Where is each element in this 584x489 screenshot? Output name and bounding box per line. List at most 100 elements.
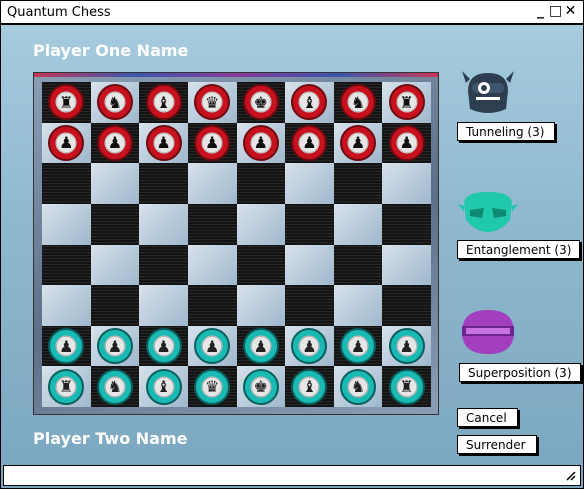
- board-square[interactable]: [236, 285, 286, 326]
- board-square[interactable]: ♟: [333, 325, 383, 367]
- board-square[interactable]: ♟: [382, 325, 431, 367]
- board-square[interactable]: [42, 163, 91, 204]
- board-square[interactable]: ♚: [236, 82, 286, 123]
- board-square[interactable]: ♟: [333, 122, 383, 164]
- cancel-button[interactable]: Cancel: [457, 408, 518, 427]
- board-square[interactable]: [285, 285, 334, 326]
- board-square[interactable]: ♟: [236, 122, 286, 164]
- teal-pawn-piece[interactable]: ♟: [388, 328, 425, 365]
- board-square[interactable]: ♟: [42, 325, 91, 367]
- teal-bishop-piece[interactable]: ♝: [145, 368, 182, 405]
- red-pawn-piece[interactable]: ♟: [291, 124, 328, 161]
- red-pawn-piece[interactable]: ♟: [48, 124, 85, 161]
- board-square[interactable]: ♚: [236, 366, 286, 407]
- teal-pawn-piece[interactable]: ♟: [96, 328, 133, 365]
- red-king-piece[interactable]: ♚: [242, 84, 279, 121]
- board-square[interactable]: [382, 244, 431, 286]
- board-square[interactable]: [42, 203, 91, 245]
- board-square[interactable]: [285, 244, 334, 286]
- board-square[interactable]: ♟: [42, 122, 91, 164]
- board-square[interactable]: ♟: [90, 122, 140, 164]
- board-square[interactable]: ♟: [139, 325, 188, 367]
- board-square[interactable]: ♜: [382, 82, 431, 123]
- tunneling-button[interactable]: Tunneling (3): [457, 122, 555, 141]
- board-square[interactable]: [90, 285, 140, 326]
- board-square[interactable]: ♝: [139, 82, 188, 123]
- board-square[interactable]: ♜: [382, 366, 431, 407]
- teal-pawn-piece[interactable]: ♟: [145, 328, 182, 365]
- board-square[interactable]: ♜: [42, 82, 91, 123]
- red-queen-piece[interactable]: ♛: [194, 84, 231, 121]
- board-square[interactable]: ♟: [139, 122, 188, 164]
- board-square[interactable]: ♟: [285, 122, 334, 164]
- teal-rook-piece[interactable]: ♜: [48, 368, 85, 405]
- board-square[interactable]: ♞: [90, 82, 140, 123]
- board-square[interactable]: ♜: [42, 366, 91, 407]
- board-square[interactable]: [90, 163, 140, 204]
- teal-pawn-piece[interactable]: ♟: [48, 328, 85, 365]
- superposition-button[interactable]: Superposition (3): [459, 363, 581, 382]
- surrender-button[interactable]: Surrender: [457, 435, 537, 454]
- board-square[interactable]: [236, 203, 286, 245]
- minimize-icon[interactable]: _: [534, 3, 547, 19]
- maximize-icon[interactable]: □: [549, 3, 562, 19]
- board-square[interactable]: ♝: [285, 366, 334, 407]
- board-square[interactable]: ♞: [333, 366, 383, 407]
- board-square[interactable]: [187, 203, 237, 245]
- board-square[interactable]: [333, 163, 383, 204]
- teal-pawn-piece[interactable]: ♟: [340, 328, 377, 365]
- board-square[interactable]: [236, 163, 286, 204]
- board-square[interactable]: [333, 244, 383, 286]
- board-square[interactable]: [285, 163, 334, 204]
- board-square[interactable]: [42, 285, 91, 326]
- board-square[interactable]: ♛: [187, 82, 237, 123]
- board-square[interactable]: [236, 244, 286, 286]
- board-square[interactable]: [333, 203, 383, 245]
- board-square[interactable]: [187, 285, 237, 326]
- board-square[interactable]: [90, 244, 140, 286]
- board-square[interactable]: [187, 163, 237, 204]
- board-square[interactable]: ♝: [139, 366, 188, 407]
- board-square[interactable]: ♟: [382, 122, 431, 164]
- red-rook-piece[interactable]: ♜: [388, 84, 425, 121]
- board-square[interactable]: ♝: [285, 82, 334, 123]
- board-square[interactable]: [42, 244, 91, 286]
- board-square[interactable]: ♟: [187, 325, 237, 367]
- resize-grip-icon[interactable]: [564, 469, 576, 481]
- red-rook-piece[interactable]: ♜: [48, 84, 85, 121]
- entanglement-button[interactable]: Entanglement (3): [457, 240, 580, 259]
- teal-knight-piece[interactable]: ♞: [340, 368, 377, 405]
- red-knight-piece[interactable]: ♞: [340, 84, 377, 121]
- board-square[interactable]: ♟: [90, 325, 140, 367]
- red-pawn-piece[interactable]: ♟: [388, 124, 425, 161]
- red-pawn-piece[interactable]: ♟: [194, 124, 231, 161]
- board-square[interactable]: ♟: [285, 325, 334, 367]
- board-square[interactable]: [382, 285, 431, 326]
- teal-pawn-piece[interactable]: ♟: [242, 328, 279, 365]
- teal-queen-piece[interactable]: ♛: [194, 368, 231, 405]
- board-square[interactable]: ♛: [187, 366, 237, 407]
- red-pawn-piece[interactable]: ♟: [242, 124, 279, 161]
- close-icon[interactable]: ✕: [564, 3, 577, 19]
- board-square[interactable]: [139, 163, 188, 204]
- board-square[interactable]: [382, 203, 431, 245]
- teal-rook-piece[interactable]: ♜: [388, 368, 425, 405]
- board-square[interactable]: [139, 244, 188, 286]
- board-square[interactable]: [382, 163, 431, 204]
- status-input[interactable]: [10, 468, 554, 485]
- teal-pawn-piece[interactable]: ♟: [194, 328, 231, 365]
- red-pawn-piece[interactable]: ♟: [340, 124, 377, 161]
- red-pawn-piece[interactable]: ♟: [96, 124, 133, 161]
- board-square[interactable]: [187, 244, 237, 286]
- board-square[interactable]: [139, 203, 188, 245]
- board-square[interactable]: ♞: [90, 366, 140, 407]
- board-square[interactable]: ♞: [333, 82, 383, 123]
- red-knight-piece[interactable]: ♞: [96, 84, 133, 121]
- red-pawn-piece[interactable]: ♟: [145, 124, 182, 161]
- teal-king-piece[interactable]: ♚: [242, 368, 279, 405]
- teal-knight-piece[interactable]: ♞: [96, 368, 133, 405]
- teal-pawn-piece[interactable]: ♟: [291, 328, 328, 365]
- board-square[interactable]: ♟: [236, 325, 286, 367]
- board-square[interactable]: [90, 203, 140, 245]
- board-square[interactable]: ♟: [187, 122, 237, 164]
